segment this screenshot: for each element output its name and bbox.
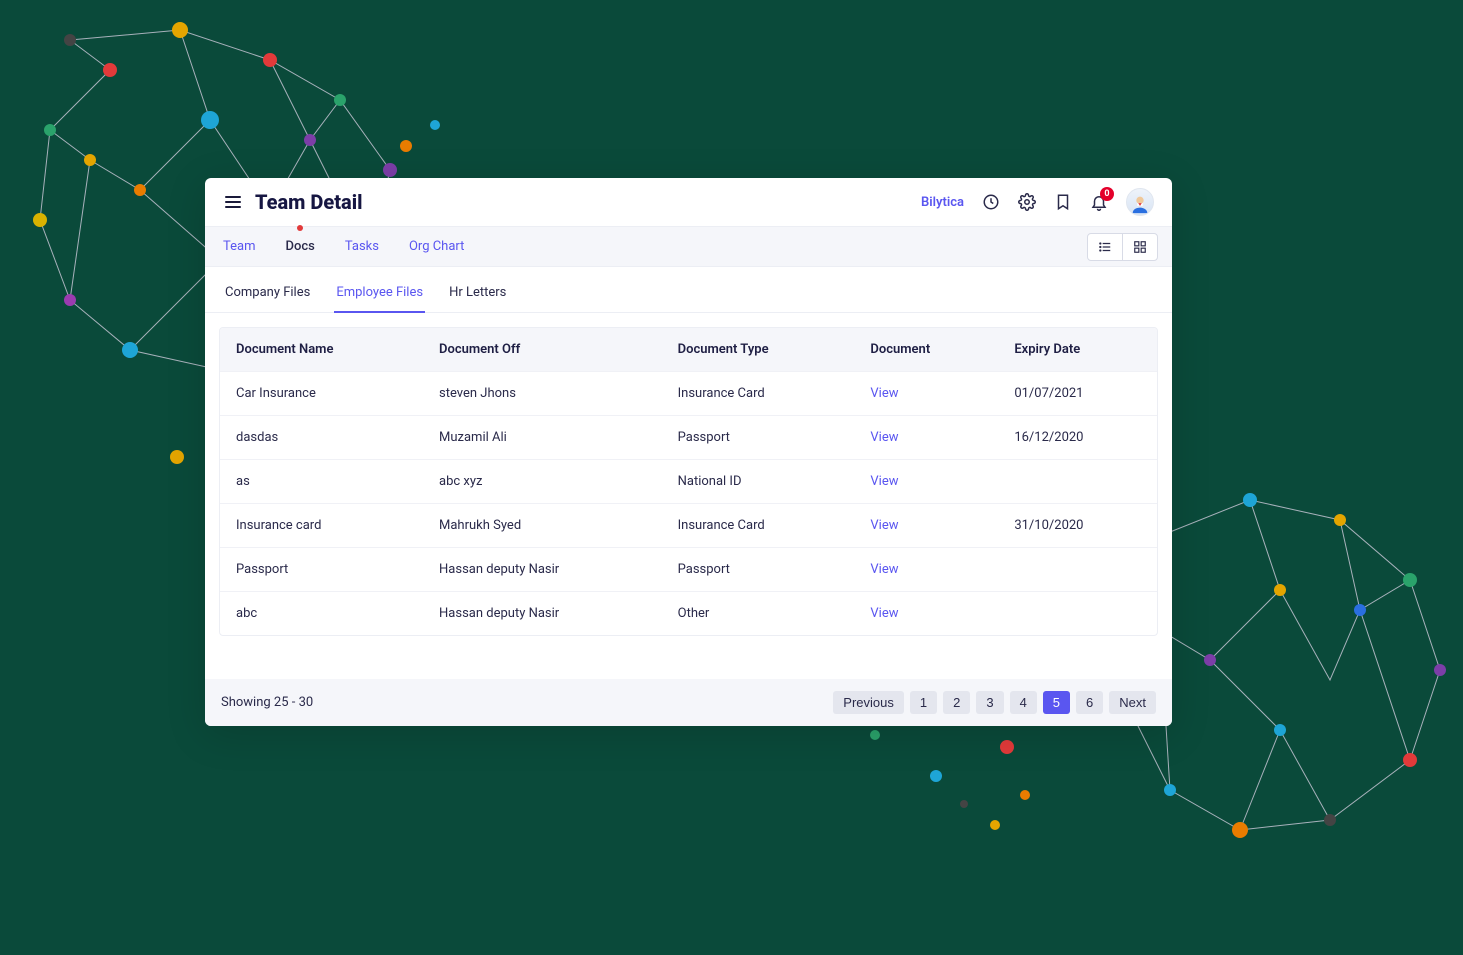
table-cell: Car Insurance — [220, 372, 423, 416]
table-cell: Muzamil Ali — [423, 416, 662, 460]
nav-tab-team[interactable]: Team — [219, 227, 260, 266]
table-row: dasdasMuzamil AliPassport View 16/12/2020 — [220, 416, 1157, 460]
table-cell: steven Jhons — [423, 372, 662, 416]
table-cell: abc — [220, 592, 423, 636]
view-link[interactable]: View — [870, 562, 898, 577]
page-button-2[interactable]: 2 — [943, 691, 970, 714]
nav-tab-org-chart[interactable]: Org Chart — [405, 227, 468, 266]
page-button-5[interactable]: 5 — [1043, 691, 1070, 714]
table-cell: Passport — [220, 548, 423, 592]
notification-badge: 0 — [1100, 187, 1114, 201]
table-row: abcHassan deputy NasirOther View — [220, 592, 1157, 636]
gear-icon[interactable] — [1018, 193, 1036, 211]
column-header: Document — [854, 328, 998, 372]
nav-tab-tasks[interactable]: Tasks — [341, 227, 383, 266]
clock-icon[interactable] — [982, 193, 1000, 211]
page-prev-button[interactable]: Previous — [833, 691, 904, 714]
table-cell: as — [220, 460, 423, 504]
table-row: Car Insurancesteven JhonsInsurance Card V… — [220, 372, 1157, 416]
view-link[interactable]: View — [870, 518, 898, 533]
avatar[interactable] — [1126, 188, 1154, 216]
view-link[interactable]: View — [870, 386, 898, 401]
active-tab-indicator-icon — [297, 225, 303, 231]
table-cell: Hassan deputy Nasir — [423, 592, 662, 636]
documents-table: Document NameDocument OffDocument TypeDo… — [220, 328, 1157, 635]
subtab-company-files[interactable]: Company Files — [223, 279, 312, 312]
table-cell: Insurance Card — [662, 372, 855, 416]
page-next-button[interactable]: Next — [1109, 691, 1156, 714]
table-cell — [998, 460, 1157, 504]
table-cell: Passport — [662, 548, 855, 592]
table-cell: abc xyz — [423, 460, 662, 504]
column-header: Document Off — [423, 328, 662, 372]
page-button-4[interactable]: 4 — [1010, 691, 1037, 714]
bookmark-icon[interactable] — [1054, 193, 1072, 211]
column-header: Document Type — [662, 328, 855, 372]
table-cell: Mahrukh Syed — [423, 504, 662, 548]
table-row: Insurance cardMahrukh SyedInsurance Card… — [220, 504, 1157, 548]
view-link[interactable]: View — [870, 474, 898, 489]
content-area: Document NameDocument OffDocument TypeDo… — [205, 313, 1172, 679]
grid-view-icon[interactable] — [1122, 234, 1157, 260]
subtab-hr-letters[interactable]: Hr Letters — [447, 279, 508, 312]
table-cell: National ID — [662, 460, 855, 504]
bell-icon[interactable]: 0 — [1090, 193, 1108, 211]
app-window: Team Detail Bilytica 0 Team Docs Tasks Org … — [205, 178, 1172, 726]
table-row: asabc xyzNational ID View — [220, 460, 1157, 504]
table-cell: 01/07/2021 — [998, 372, 1157, 416]
page-title: Team Detail — [255, 190, 363, 214]
topbar: Team Detail Bilytica 0 — [205, 178, 1172, 226]
table-cell: 16/12/2020 — [998, 416, 1157, 460]
table-row: PassportHassan deputy NasirPassport View — [220, 548, 1157, 592]
table-cell — [998, 592, 1157, 636]
table-cell: 31/10/2020 — [998, 504, 1157, 548]
view-link[interactable]: View — [870, 430, 898, 445]
summary-text: Showing 25 - 30 — [221, 695, 313, 710]
view-toggle — [1087, 233, 1158, 261]
table-cell: Hassan deputy Nasir — [423, 548, 662, 592]
page-button-6[interactable]: 6 — [1076, 691, 1103, 714]
page-button-1[interactable]: 1 — [910, 691, 937, 714]
brand-link[interactable]: Bilytica — [921, 195, 964, 210]
column-header: Expiry Date — [998, 328, 1157, 372]
nav-tab-docs[interactable]: Docs — [282, 227, 319, 266]
table-cell: Passport — [662, 416, 855, 460]
subtabs: Company Files Employee Files Hr Letters — [205, 267, 1172, 313]
table-cell: Insurance card — [220, 504, 423, 548]
pagination: Previous 123456 Next — [833, 691, 1156, 714]
menu-icon[interactable] — [223, 192, 243, 212]
list-view-icon[interactable] — [1088, 234, 1122, 260]
table-cell: Other — [662, 592, 855, 636]
table-footer: Showing 25 - 30 Previous 123456 Next — [205, 679, 1172, 726]
column-header: Document Name — [220, 328, 423, 372]
table-cell: Insurance Card — [662, 504, 855, 548]
page-button-3[interactable]: 3 — [976, 691, 1003, 714]
subtab-employee-files[interactable]: Employee Files — [334, 279, 425, 312]
table-cell — [998, 548, 1157, 592]
navbar: Team Docs Tasks Org Chart — [205, 226, 1172, 267]
view-link[interactable]: View — [870, 606, 898, 621]
table-cell: dasdas — [220, 416, 423, 460]
